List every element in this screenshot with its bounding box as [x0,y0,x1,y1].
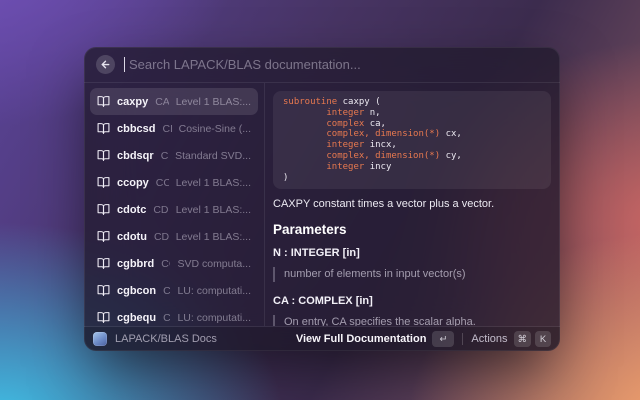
list-item[interactable]: cdotu CDOTU... Level 1 BLAS:... [90,223,258,250]
parameter-name: CA : COMPLEX [in] [273,295,551,307]
code-line: complex, dimension(*) cx, [283,129,541,140]
routine-category: LU: computati... [177,312,251,324]
list-item[interactable]: cgbequ CGBE... LU: computati... [90,304,258,326]
parameter-doc: number of elements in input vector(s) [273,267,551,282]
book-open-icon [97,95,110,108]
book-open-icon [97,230,110,243]
back-button[interactable] [96,55,115,74]
routine-subtitle: CDOTU... [154,231,169,243]
code-line: complex, dimension(*) cy, [283,151,541,162]
book-open-icon [97,311,110,324]
parameter-block: N : INTEGER [in] number of elements in i… [273,247,551,282]
book-open-icon [97,122,110,135]
shortcut-keycap: K [535,331,551,347]
actions-keys: ⌘K [514,331,552,347]
routine-name: cgbequ [117,312,156,324]
list-item[interactable]: cbdsqr CBDS... Standard SVD... [90,142,258,169]
routine-category: LU: computati... [177,285,251,297]
book-open-icon [97,257,110,270]
view-full-documentation-button[interactable]: View Full Documentation ↵ [296,331,455,347]
routine-subtitle: CCOPY... [156,177,169,189]
routine-category: Standard SVD... [175,150,251,162]
routine-name: cbbcsd [117,123,156,135]
book-open-icon [97,284,110,297]
routine-category: Level 1 BLAS:... [176,231,251,243]
list-item[interactable]: cbbcsd CBBC... Cosine-Sine (... [90,115,258,142]
primary-action-label: View Full Documentation [296,333,427,345]
command-palette-window: caxpy CAXPY... Level 1 BLAS:... cbbcsd C… [84,47,560,351]
list-item[interactable]: cdotc CDOTC... Level 1 BLAS:... [90,196,258,223]
routine-subtitle: CGBC... [163,285,170,297]
routine-subtitle: CAXPY... [155,96,169,108]
results-list: caxpy CAXPY... Level 1 BLAS:... cbbcsd C… [84,83,264,326]
search-input[interactable] [129,57,548,72]
desktop-background: caxpy CAXPY... Level 1 BLAS:... cbbcsd C… [0,0,640,400]
routine-name: caxpy [117,96,148,108]
routine-subtitle: CDOTC... [153,204,168,216]
text-caret [124,57,125,72]
book-open-icon [97,149,110,162]
function-description: CAXPY constant times a vector plus a vec… [273,198,551,210]
routine-category: Level 1 BLAS:... [176,204,251,216]
routine-category: SVD computa... [177,258,251,270]
list-item[interactable]: caxpy CAXPY... Level 1 BLAS:... [90,88,258,115]
routine-name: ccopy [117,177,149,189]
code-block: subroutine caxpy ( integer n, complex ca… [273,91,551,189]
book-open-icon [97,176,110,189]
enter-keycap: ↵ [432,331,454,347]
footer: LAPACK/BLAS Docs View Full Documentation… [84,327,560,351]
parameters-heading: Parameters [273,222,551,237]
list-item[interactable]: cgbbrd CGBBR... SVD computa... [90,250,258,277]
actions-button[interactable]: Actions ⌘K [471,331,551,347]
actions-label: Actions [471,333,507,345]
routine-category: Cosine-Sine (... [179,123,251,135]
detail-pane: subroutine caxpy ( integer n, complex ca… [265,83,560,326]
routine-subtitle: CGBE... [163,312,170,324]
routine-name: cgbcon [117,285,156,297]
content-area: caxpy CAXPY... Level 1 BLAS:... cbbcsd C… [84,83,560,326]
code-line: complex ca, [283,119,541,130]
code-line: integer incy [283,162,541,173]
code-line: ) [283,173,541,184]
book-open-icon [97,203,110,216]
routine-category: Level 1 BLAS:... [176,96,251,108]
routine-subtitle: CBBC... [163,123,172,135]
arrow-left-icon [100,59,111,70]
list-item[interactable]: cgbcon CGBC... LU: computati... [90,277,258,304]
parameter-name: N : INTEGER [in] [273,247,551,259]
routine-name: cgbbrd [117,258,154,270]
routine-name: cdotu [117,231,147,243]
routine-name: cdotc [117,204,146,216]
list-item[interactable]: ccopy CCOPY... Level 1 BLAS:... [90,169,258,196]
routine-category: Level 1 BLAS:... [176,177,251,189]
parameters-list: N : INTEGER [in] number of elements in i… [273,247,551,326]
shortcut-keycap: ⌘ [514,331,532,347]
footer-separator [462,333,463,345]
app-icon [93,332,107,346]
code-line: integer n, [283,108,541,119]
search-bar [84,47,560,82]
parameter-block: CA : COMPLEX [in] On entry, CA specifies… [273,295,551,326]
code-line: subroutine caxpy ( [283,97,541,108]
app-name: LAPACK/BLAS Docs [115,333,217,345]
code-line: integer incx, [283,140,541,151]
routine-subtitle: CBDS... [161,150,168,162]
routine-subtitle: CGBBR... [161,258,170,270]
parameter-doc: On entry, CA specifies the scalar alpha. [273,315,551,326]
routine-name: cbdsqr [117,150,154,162]
